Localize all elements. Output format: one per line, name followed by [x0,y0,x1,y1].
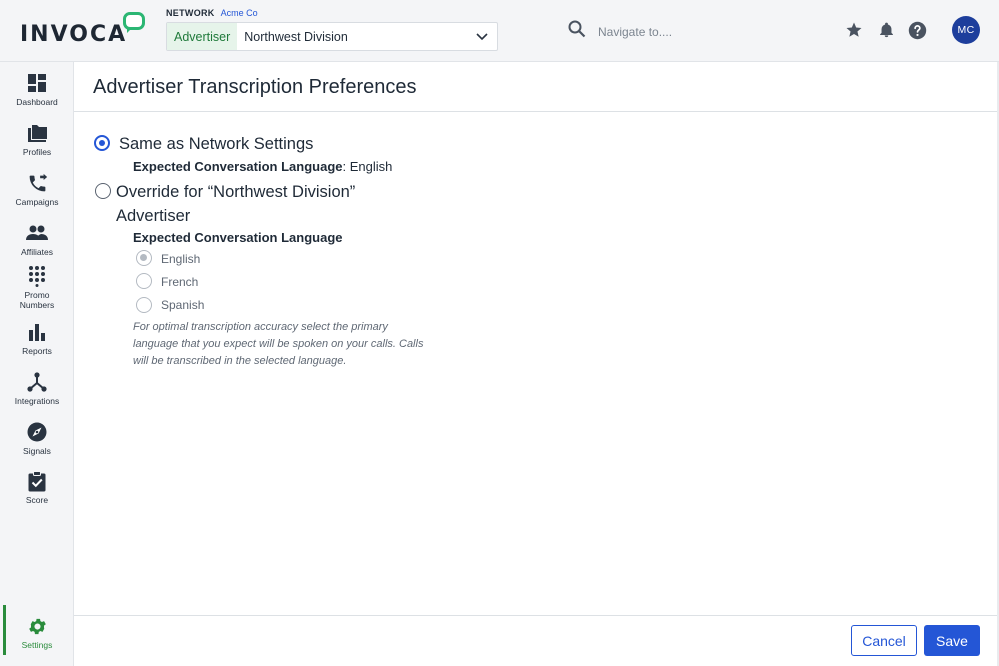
sidebar-item-label: Profiles [22,147,52,157]
network-indicator: NETWORK Acme Co [166,8,258,18]
top-header: INVOCA NETWORK Acme Co Advertiser Northw… [0,0,999,62]
sidebar-item-score[interactable]: Score [0,470,74,505]
language-label-french[interactable]: French [161,275,198,289]
page-title-bar: Advertiser Transcription Preferences [74,62,999,112]
sidebar-item-affiliates[interactable]: Affiliates [0,222,74,257]
navigate-input[interactable] [598,24,738,39]
sidebar-item-signals[interactable]: Signals [0,421,74,456]
sidebar-item-label: Score [25,495,49,505]
user-avatar[interactable]: MC [952,16,980,44]
network-language-label: Expected Conversation Language [133,159,343,174]
sidebar-item-label: Affiliates [21,247,53,257]
sidebar-item-label: Campaigns [15,197,59,207]
gear-icon [26,615,48,637]
language-radio-spanish[interactable] [136,297,152,313]
save-button[interactable]: Save [924,625,980,656]
hub-icon [26,371,48,393]
language-radio-french[interactable] [136,273,152,289]
people-icon [26,222,48,244]
sidebar-item-label: Integrations [14,396,60,406]
dialpad-icon [26,265,48,287]
language-help-text: For optimal transcription accuracy selec… [133,321,424,367]
sidebar-item-label: Reports [22,346,52,356]
sidebar-item-label-line2: Numbers [19,300,55,310]
advertiser-select[interactable]: Advertiser Northwest Division [166,22,498,51]
sidebar-item-label: Settings [21,640,53,650]
search-icon[interactable] [568,20,586,43]
bell-icon[interactable] [876,20,896,40]
override-radio[interactable] [95,183,111,199]
sidebar-item-dashboard[interactable]: Dashboard [0,72,74,107]
sidebar-item-label: Dashboard [16,97,58,107]
sidebar-item-integrations[interactable]: Integrations [0,371,74,406]
cancel-button[interactable]: Cancel [851,625,917,656]
sidebar-item-settings[interactable]: Settings [0,615,74,650]
sidebar-item-promo-numbers[interactable]: Promo Numbers [0,265,74,310]
network-value[interactable]: Acme Co [221,8,258,18]
logo-text: INVOCA [20,22,128,47]
bar-chart-icon [26,321,48,343]
sidebar-item-profiles[interactable]: Profiles [0,122,74,157]
chevron-down-icon[interactable] [467,23,497,50]
chat-bubble-icon [123,12,145,33]
advertiser-tag: Advertiser [167,23,238,50]
language-label-english[interactable]: English [161,252,200,266]
override-language-heading: Expected Conversation Language [133,230,343,245]
dashboard-icon [26,72,48,94]
language-radio-english[interactable] [136,250,152,266]
same-as-network-label[interactable]: Same as Network Settings [119,135,313,154]
sidebar-nav: Dashboard Profiles Campaigns Affiliates … [0,62,74,666]
network-language-line: Expected Conversation Language: English [133,159,392,174]
phone-forward-icon [26,172,48,194]
star-icon[interactable] [844,20,864,40]
sidebar-item-reports[interactable]: Reports [0,321,74,356]
network-language-separator: : [342,159,347,174]
advertiser-value: Northwest Division [244,29,348,44]
compass-icon [26,421,48,443]
sidebar-item-label: Signals [23,446,51,456]
folder-icon [26,122,48,144]
network-label: NETWORK [166,8,215,18]
navigate-search [568,20,738,43]
help-icon[interactable] [907,20,927,40]
page-title: Advertiser Transcription Preferences [93,76,417,98]
language-label-spanish[interactable]: Spanish [161,298,204,312]
network-language-value: English [349,159,393,174]
same-as-network-radio[interactable] [94,135,110,151]
invoca-logo[interactable]: INVOCA [20,12,145,48]
override-label-line1[interactable]: Override for “Northwest Division” [116,183,355,202]
clipboard-check-icon [26,470,48,492]
sidebar-item-label: Promo [24,290,50,300]
sidebar-item-campaigns[interactable]: Campaigns [0,172,74,207]
override-label-line2[interactable]: Advertiser [116,207,190,226]
